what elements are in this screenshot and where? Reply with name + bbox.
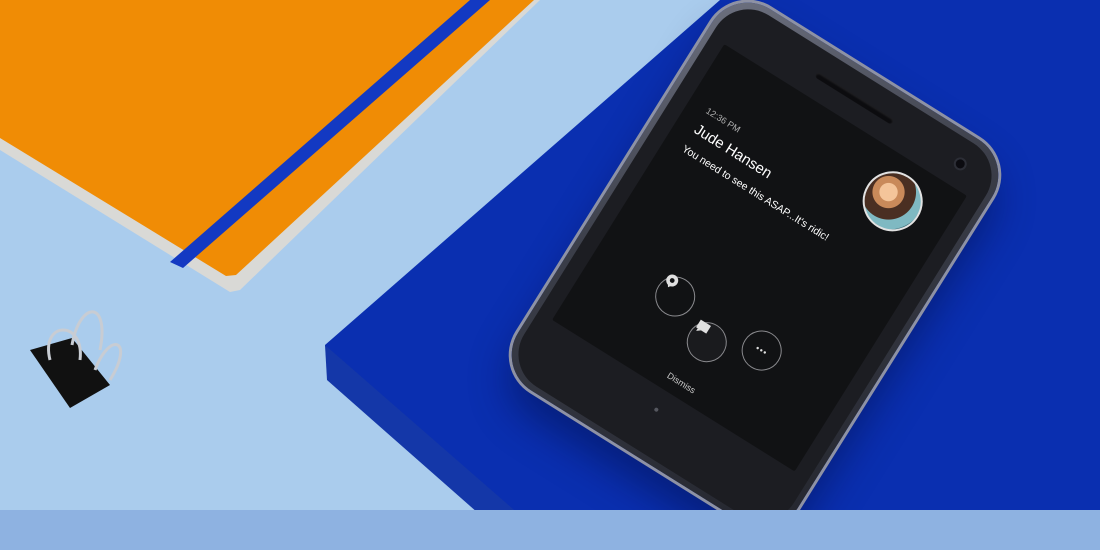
status-led	[653, 406, 660, 413]
contact-avatar[interactable]	[851, 159, 935, 243]
bottom-band	[0, 510, 1100, 550]
more-icon: •••	[753, 342, 770, 359]
message-icon	[696, 319, 712, 334]
front-camera-icon	[954, 157, 967, 171]
product-scene: 12:36 PM Jude Hansen You need to see thi…	[0, 0, 1100, 550]
reply-icon	[666, 274, 679, 288]
more-button[interactable]: •••	[734, 322, 790, 379]
reply-button[interactable]	[647, 268, 703, 325]
binder-clip-icon	[30, 310, 123, 408]
open-message-button[interactable]	[679, 314, 735, 370]
